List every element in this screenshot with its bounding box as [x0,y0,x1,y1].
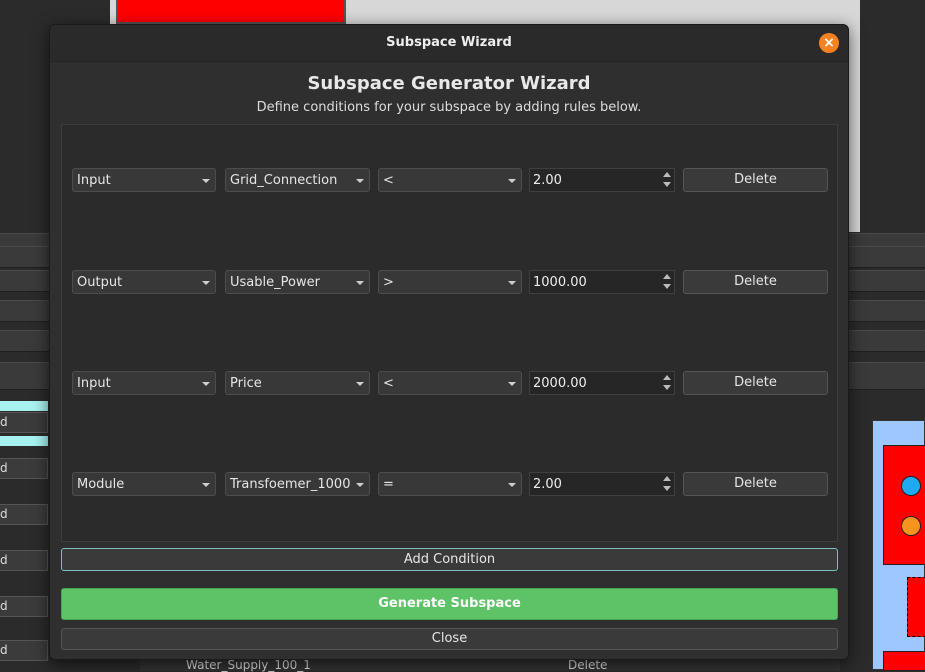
port-icon [901,476,921,496]
background-node-block [883,445,925,565]
conditions-area: Input Grid_Connection < 2.00 Delete Outp… [61,124,838,542]
condition-value-spinbox[interactable]: 2000.00 [529,371,675,395]
chevron-down-icon [202,382,210,386]
background-list-item: d [0,596,48,617]
chevron-down-icon [508,179,516,183]
condition-operator-select[interactable]: < [378,371,522,395]
background-list-item: d [0,412,48,433]
close-icon[interactable]: × [819,33,839,53]
port-icon [901,516,921,536]
spin-down-icon[interactable] [663,284,671,289]
wizard-heading: Subspace Generator Wizard [307,73,591,94]
background-list-item: d [0,550,48,571]
chevron-down-icon [356,483,364,487]
chevron-down-icon [202,483,210,487]
spin-up-icon[interactable] [663,476,671,481]
condition-operator-select[interactable]: = [378,472,522,496]
chevron-down-icon [356,382,364,386]
chevron-down-icon [202,281,210,285]
condition-variable-select[interactable]: Grid_Connection [225,168,370,192]
spin-buttons[interactable] [662,374,672,392]
condition-type-select[interactable]: Module [72,472,216,496]
chevron-down-icon [508,281,516,285]
add-condition-button[interactable]: Add Condition [61,548,838,571]
spin-up-icon[interactable] [663,274,671,279]
close-button[interactable]: Close [61,628,838,650]
chevron-down-icon [508,382,516,386]
background-node-block [907,577,925,637]
spin-down-icon[interactable] [663,486,671,491]
delete-condition-button[interactable]: Delete [683,270,828,294]
delete-condition-button[interactable]: Delete [683,371,828,395]
dialog-title: Subspace Wizard [386,35,512,50]
condition-type-select[interactable]: Input [72,168,216,192]
condition-row: Input Price < 2000.00 Delete [72,371,830,395]
condition-type-select[interactable]: Output [72,270,216,294]
spin-buttons[interactable] [662,273,672,291]
condition-row: Module Transfoemer_1000 = 2.00 Delete [72,472,830,496]
condition-value-spinbox[interactable]: 2.00 [529,472,675,496]
background-cyan-bar [0,401,48,411]
background-red-block [116,0,346,24]
dialog-titlebar[interactable]: Subspace Wizard × [50,25,848,62]
wizard-description: Define conditions for your subspace by a… [256,100,642,115]
condition-row: Output Usable_Power > 1000.00 Delete [72,270,830,294]
delete-condition-button[interactable]: Delete [683,168,828,192]
background-list-item: d [0,458,48,479]
delete-condition-button[interactable]: Delete [683,472,828,496]
condition-variable-select[interactable]: Price [225,371,370,395]
chevron-down-icon [356,179,364,183]
background-node-block [883,651,925,671]
spin-down-icon[interactable] [663,385,671,390]
background-node-panel [872,420,925,671]
chevron-down-icon [356,281,364,285]
generate-subspace-button[interactable]: Generate Subspace [61,588,838,620]
condition-type-select[interactable]: Input [72,371,216,395]
condition-value-spinbox[interactable]: 1000.00 [529,270,675,294]
chevron-down-icon [508,483,516,487]
condition-variable-select[interactable]: Usable_Power [225,270,370,294]
condition-value-spinbox[interactable]: 2.00 [529,168,675,192]
condition-row: Input Grid_Connection < 2.00 Delete [72,168,830,192]
background-cyan-bar [0,436,48,446]
condition-variable-select[interactable]: Transfoemer_1000 [225,472,370,496]
spin-up-icon[interactable] [663,375,671,380]
condition-operator-select[interactable]: < [378,168,522,192]
chevron-down-icon [202,179,210,183]
background-list-item: d [0,640,48,661]
spin-down-icon[interactable] [663,182,671,187]
spin-buttons[interactable] [662,171,672,189]
spin-up-icon[interactable] [663,172,671,177]
condition-operator-select[interactable]: > [378,270,522,294]
subspace-wizard-dialog: Subspace Wizard × Subspace Generator Wiz… [49,24,849,660]
background-list-item: d [0,504,48,525]
spin-buttons[interactable] [662,475,672,493]
